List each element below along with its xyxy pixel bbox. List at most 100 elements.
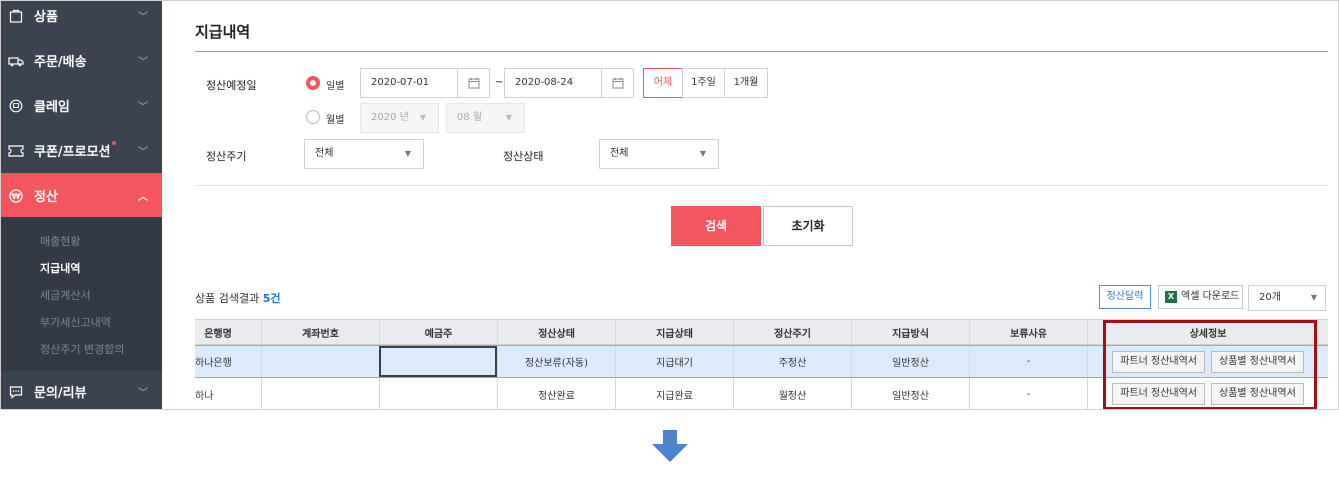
cycle-select[interactable]: 전체 ▼ xyxy=(304,139,424,169)
radio-monthly[interactable] xyxy=(306,110,320,124)
chevron-down-icon: ﹀ xyxy=(138,388,148,399)
sidebar-item-claims[interactable]: 클레임 ﹀ xyxy=(1,83,162,128)
calendar-icon[interactable] xyxy=(458,68,490,98)
status-label: 정산상태 xyxy=(503,150,544,163)
chevron-down-icon: ﹀ xyxy=(138,12,148,23)
chat-icon xyxy=(8,384,24,400)
page-size-select[interactable]: 20개 ▼ xyxy=(1248,285,1326,311)
month-select[interactable]: 08 월 ▼ xyxy=(446,103,525,133)
dropdown-arrow-icon: ▼ xyxy=(505,113,512,122)
radio-monthly-label: 월별 xyxy=(326,115,345,126)
date-to-input[interactable]: 2020-08-24 xyxy=(504,68,602,98)
date-label: 정산예정일 xyxy=(206,79,257,92)
year-select[interactable]: 2020 년 ▼ xyxy=(360,103,439,133)
app-window: 상품 ﹀ 주문/배송 ﹀ 클레임 ﹀ 쿠폰/프로모션 ﹀ ₩ 정산 ︿ 매출현황… xyxy=(0,0,1339,410)
cell-pay-status: 지급대기 xyxy=(615,346,733,377)
submenu-item-cycle-change[interactable]: 정산주기 변경합의 xyxy=(40,341,124,357)
highlight-box xyxy=(1103,320,1317,409)
title-divider xyxy=(195,51,1328,52)
cell-holder xyxy=(379,378,497,409)
sidebar-item-label: 쿠폰/프로모션 xyxy=(34,141,138,160)
date-from-input[interactable]: 2020-07-01 xyxy=(360,68,458,98)
period-month-button[interactable]: 1개월 xyxy=(724,68,768,98)
chevron-down-icon: ﹀ xyxy=(138,102,148,113)
period-yesterday-button[interactable]: 어제 xyxy=(643,68,683,98)
cell-settle-status: 정산보류(자동) xyxy=(497,346,615,377)
col-pay-status: 지급상태 xyxy=(615,320,733,344)
down-arrow-icon xyxy=(652,430,688,466)
date-separator: ~ xyxy=(495,77,504,88)
reset-button[interactable]: 초기화 xyxy=(763,206,853,246)
excel-download-button[interactable]: X 엑셀 다운로드 xyxy=(1158,285,1243,309)
sidebar-item-label: 문의/리뷰 xyxy=(34,386,87,401)
submenu-item-sales[interactable]: 매출현황 xyxy=(40,233,80,249)
radio-daily-label: 일별 xyxy=(326,81,345,92)
col-method: 지급방식 xyxy=(851,320,969,344)
excel-icon: X xyxy=(1165,291,1177,303)
sidebar-item-settlement[interactable]: ₩ 정산 ︿ xyxy=(1,173,162,218)
new-badge-dot xyxy=(111,141,116,145)
sidebar-item-coupons[interactable]: 쿠폰/프로모션 ﹀ xyxy=(1,128,162,173)
result-label: 상품 검색결과 xyxy=(195,292,260,305)
month-select-value: 08 월 xyxy=(457,112,483,123)
cell-holder-selected[interactable] xyxy=(379,346,497,377)
chevron-up-icon: ︿ xyxy=(138,192,148,203)
chevron-down-icon: ﹀ xyxy=(138,57,148,68)
submenu-item-tax-invoice[interactable]: 세금계산서 xyxy=(40,287,91,303)
calendar-icon[interactable] xyxy=(602,68,634,98)
sidebar-item-inquiries[interactable]: 문의/리뷰 ﹀ xyxy=(1,369,162,409)
cell-reason: - xyxy=(969,346,1087,377)
sidebar-item-label: 상품 xyxy=(34,10,58,25)
cycle-label: 정산주기 xyxy=(206,150,247,163)
result-count: 5건 xyxy=(262,292,281,305)
cell-settle-status: 정산완료 xyxy=(497,378,615,409)
coupon-icon xyxy=(8,143,24,159)
cycle-select-value: 전체 xyxy=(315,148,334,159)
page-size-value: 20개 xyxy=(1259,292,1281,303)
result-summary: 상품 검색결과 5건 xyxy=(195,290,281,306)
cell-account xyxy=(261,346,379,377)
excel-download-label: 엑셀 다운로드 xyxy=(1181,291,1240,302)
dropdown-arrow-icon: ▼ xyxy=(404,149,411,158)
filter-divider xyxy=(195,185,1328,186)
sidebar-item-label: 주문/배송 xyxy=(34,55,87,70)
status-select-value: 전체 xyxy=(610,148,629,159)
col-bank: 은행명 xyxy=(204,328,232,340)
sidebar-item-label: 클레임 xyxy=(34,100,70,115)
truck-icon xyxy=(8,53,24,69)
submenu-item-payments[interactable]: 지급내역 xyxy=(40,260,80,276)
cell-cycle: 주정산 xyxy=(733,346,851,377)
sidebar-item-text: 쿠폰/프로모션 xyxy=(34,145,111,160)
col-cycle: 정산주기 xyxy=(733,320,851,344)
cell-method: 일반정산 xyxy=(851,378,969,409)
dropdown-arrow-icon: ▼ xyxy=(419,113,426,122)
settle-calendar-button[interactable]: 정산달력 xyxy=(1099,285,1151,309)
won-icon: ₩ xyxy=(8,188,24,204)
store-icon xyxy=(8,8,24,24)
dropdown-arrow-icon: ▼ xyxy=(1310,293,1317,302)
col-account: 계좌번호 xyxy=(261,320,379,344)
cell-pay-status: 지급완료 xyxy=(615,378,733,409)
sidebar-item-orders[interactable]: 주문/배송 ﹀ xyxy=(1,38,162,83)
chevron-down-icon: ﹀ xyxy=(138,147,148,158)
cell-account xyxy=(261,378,379,409)
cell-cycle: 월정산 xyxy=(733,378,851,409)
dropdown-arrow-icon: ▼ xyxy=(699,149,706,158)
cell-method: 일반정산 xyxy=(851,346,969,377)
status-select[interactable]: 전체 ▼ xyxy=(599,139,719,169)
submenu-item-vat-report[interactable]: 부가세신고내역 xyxy=(40,314,111,330)
cell-bank: 하나 xyxy=(195,390,214,402)
search-button[interactable]: 검색 xyxy=(671,206,761,246)
sidebar-item-products[interactable]: 상품 ﹀ xyxy=(1,1,162,38)
page-title: 지급내역 xyxy=(195,23,251,41)
svg-text:₩: ₩ xyxy=(12,192,21,201)
sidebar: 상품 ﹀ 주문/배송 ﹀ 클레임 ﹀ 쿠폰/프로모션 ﹀ ₩ 정산 ︿ 매출현황… xyxy=(1,1,162,409)
col-settle-status: 정산상태 xyxy=(497,320,615,344)
radio-daily[interactable] xyxy=(306,76,320,90)
col-holder: 예금주 xyxy=(379,320,497,344)
sidebar-item-label: 정산 xyxy=(34,190,58,205)
period-week-button[interactable]: 1주일 xyxy=(682,68,725,98)
cell-reason: - xyxy=(969,378,1087,409)
cell-bank: 하나은행 xyxy=(195,358,232,369)
col-reason: 보류사유 xyxy=(969,320,1087,344)
